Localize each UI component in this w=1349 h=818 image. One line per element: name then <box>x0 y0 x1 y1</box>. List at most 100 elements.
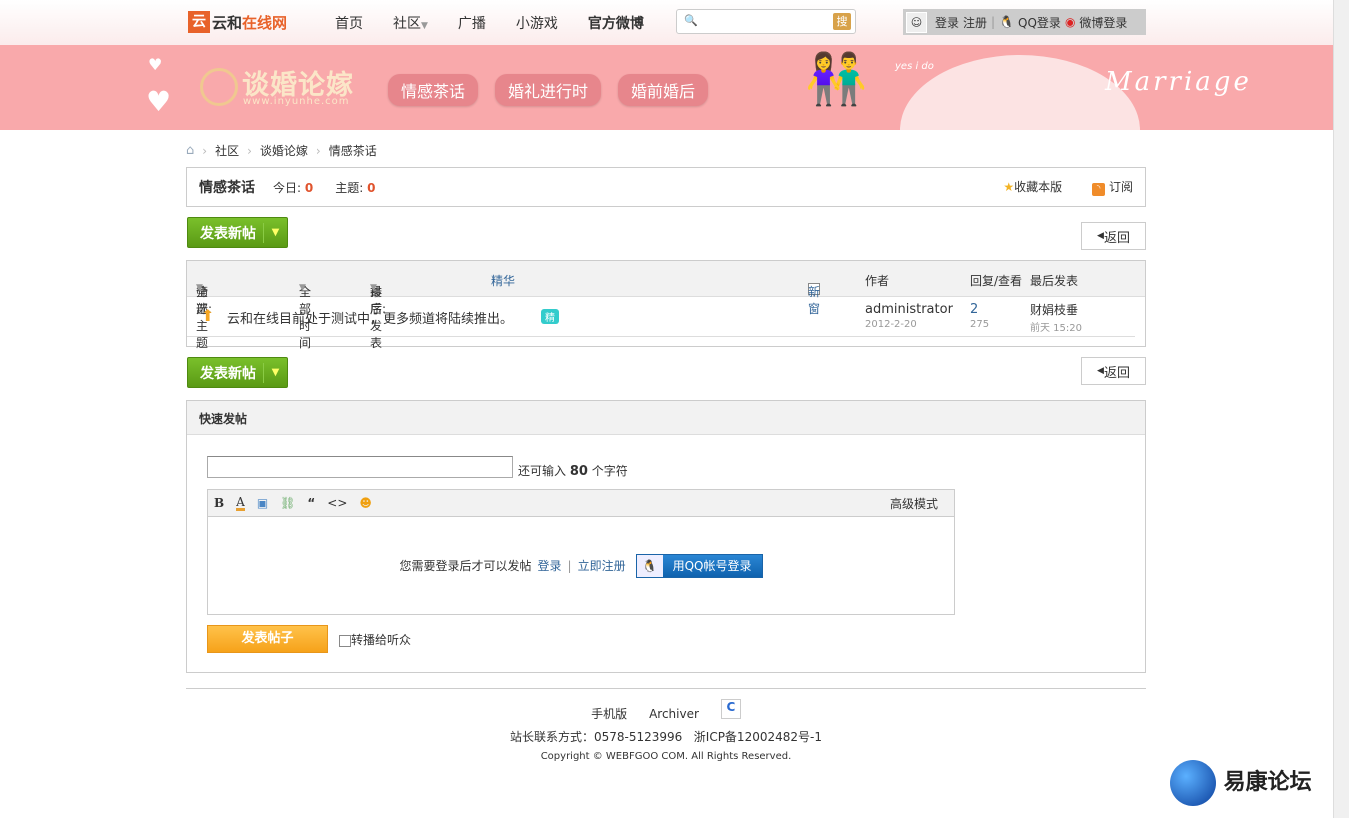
editor-login-link[interactable]: 登录 <box>538 557 562 574</box>
submit-post-button[interactable]: 发表帖子 <box>207 625 328 653</box>
today-count: 今日: 0 <box>273 179 313 196</box>
qq-icon: 🐧 <box>636 554 663 577</box>
last-post-time[interactable]: 前天 15:20 <box>1030 319 1082 334</box>
quick-post-panel: 快速发帖 还可输入 80 个字符 B A ▣ ⛓ “ <> ☻ 高级模式 您需要… <box>186 400 1146 673</box>
back-label: 返回 <box>1103 365 1130 381</box>
forum-header: 情感茶话 今日: 0 主题: 0 ★收藏本版 ◝ 订阅 <box>186 167 1146 207</box>
chevron-down-icon: ▼ <box>299 283 306 293</box>
avatar: ☺ <box>906 11 927 33</box>
archiver-link[interactable]: Archiver <box>649 707 699 721</box>
breadcrumb-section[interactable]: 谈婚论嫁 <box>260 142 308 159</box>
qq-login-link[interactable]: QQ登录 <box>1018 14 1061 31</box>
thread-author[interactable]: administrator <box>865 302 953 317</box>
advanced-mode-link[interactable]: 高级模式 <box>890 495 938 512</box>
new-post-button[interactable]: 发表新帖 ▼ <box>187 217 288 248</box>
digest-filter[interactable]: 精华 <box>491 272 515 289</box>
site-logo[interactable]: 云云和在线网 <box>188 9 287 35</box>
editor-toolbar: B A ▣ ⛓ “ <> ☻ 高级模式 <box>208 490 954 517</box>
new-post-label: 发表新帖 <box>200 225 256 242</box>
weibo-login-link[interactable]: 微博登录 <box>1079 14 1127 31</box>
search-icon: 🔍 <box>684 14 698 27</box>
watermark-text: 易康论坛 <box>1223 770 1312 795</box>
thread-table: 筛选: 全部主题 ▼ 全部时间 ▼ 排序: 最后发表 ▼ 精华 新窗 作者 回复… <box>186 260 1146 350</box>
nav-home[interactable]: 首页 <box>335 13 363 33</box>
login-bar: ☺ 登录 注册 | 🐧 QQ登录 ◉ 微博登录 <box>903 9 1146 35</box>
topics-label: 主题: <box>335 180 364 195</box>
qq-login-button[interactable]: 🐧 用QQ帐号登录 <box>635 553 763 578</box>
quote-icon[interactable]: “ <box>307 496 315 510</box>
bold-icon[interactable]: B <box>214 496 224 510</box>
home-icon[interactable]: ⌂ <box>186 143 194 158</box>
qq-login-label: 用QQ帐号登录 <box>662 554 762 577</box>
weibo-icon: ◉ <box>1064 15 1076 29</box>
editor-register-link[interactable]: 立即注册 <box>578 557 626 574</box>
code-icon[interactable]: <> <box>327 496 347 510</box>
banner-tab-wedding[interactable]: 婚礼进行时 <box>495 74 602 106</box>
last-poster[interactable]: 财娟枝垂 <box>1030 301 1078 318</box>
table-header: 筛选: 全部主题 ▼ 全部时间 ▼ 排序: 最后发表 ▼ 精华 新窗 作者 回复… <box>187 261 1145 350</box>
separator: › <box>202 143 208 158</box>
mobile-link[interactable]: 手机版 <box>591 705 627 722</box>
subject-input[interactable] <box>207 456 513 478</box>
table-row: ⬆ 云和在线目前处于测试中，更多频道将陆续推出。 精 administrator… <box>187 297 1135 337</box>
col-author: 作者 <box>865 274 890 288</box>
nav-games[interactable]: 小游戏 <box>516 13 558 33</box>
contact-info: 站长联系方式：0578-5123996 <box>510 730 683 744</box>
search-input[interactable]: 🔍 搜 <box>676 9 856 34</box>
post-editor[interactable]: B A ▣ ⛓ “ <> ☻ 高级模式 您需要登录后才可以发帖 登录 | 立即注… <box>207 489 955 615</box>
main-nav: 首页 社区▼ 广播 小游戏 官方微博 <box>320 0 659 45</box>
forum-banner: ♥ ♥ 谈婚论嫁 www.inyunhe.com 情感茶话 婚礼进行时 婚前婚后… <box>0 45 1333 130</box>
broadcast-option[interactable]: 转播给听众 <box>339 631 411 648</box>
qq-icon: 🐧 <box>999 15 1015 29</box>
login-required-text: 您需要登录后才可以发帖 <box>399 559 532 573</box>
site-badge-icon[interactable]: C <box>720 698 741 719</box>
link-icon[interactable]: ⛓ <box>280 496 295 510</box>
chevron-down-icon[interactable]: ▼ <box>263 222 287 243</box>
nav-weibo[interactable]: 官方微博 <box>588 13 644 33</box>
logo-text: 云和 <box>212 13 243 32</box>
topics-value: 0 <box>367 180 376 195</box>
chevron-down-icon: ▼ <box>196 283 203 293</box>
heart-icon: ♥ <box>146 85 172 118</box>
nav-community[interactable]: 社区▼ <box>393 13 428 33</box>
new-post-button-bottom[interactable]: 发表新帖 ▼ <box>187 357 288 388</box>
image-icon[interactable]: ▣ <box>257 496 268 510</box>
smiley-icon[interactable]: ☻ <box>359 496 372 510</box>
login-prompt: 您需要登录后才可以发帖 登录 | 立即注册 🐧 用QQ帐号登录 <box>208 517 954 614</box>
col-last: 最后发表 <box>1030 274 1079 288</box>
nav-broadcast[interactable]: 广播 <box>458 13 486 33</box>
chevron-down-icon: ▼ <box>421 20 428 31</box>
caret-left-icon: ◀ <box>1097 231 1104 241</box>
thread-title[interactable]: 云和在线目前处于测试中，更多频道将陆续推出。 <box>227 308 513 327</box>
broadcast-checkbox[interactable] <box>339 634 351 647</box>
today-value: 0 <box>304 180 314 195</box>
heart-icon: ♥ <box>148 55 163 74</box>
login-link[interactable]: 登录 <box>935 14 959 31</box>
banner-tabs: 情感茶话 婚礼进行时 婚前婚后 <box>388 74 725 106</box>
register-link[interactable]: 注册 <box>963 14 987 31</box>
banner-deco-text: Marriage <box>1105 67 1252 97</box>
broadcast-label: 转播给听众 <box>351 633 412 647</box>
back-button-bottom[interactable]: ◀ 返回 <box>1081 357 1146 385</box>
banner-tab-emotion[interactable]: 情感茶话 <box>388 74 479 106</box>
banner-tab-marriage[interactable]: 婚前婚后 <box>618 74 709 106</box>
breadcrumb-forum[interactable]: 情感茶话 <box>329 142 377 159</box>
col-replies: 回复/查看 <box>970 274 1023 288</box>
icp-link[interactable]: 浙ICP备12002482号-1 <box>694 730 822 744</box>
font-color-icon[interactable]: A <box>236 496 245 511</box>
vertical-scrollbar[interactable] <box>1333 0 1349 818</box>
favorite-label: 收藏本版 <box>1014 180 1063 194</box>
favorite-button[interactable]: ★收藏本版 <box>1003 178 1062 196</box>
subscribe-label: 订阅 <box>1108 180 1133 194</box>
back-button[interactable]: ◀ 返回 <box>1081 222 1146 250</box>
remain-pre: 还可输入 <box>518 464 567 478</box>
subscribe-button[interactable]: ◝ 订阅 <box>1092 178 1133 196</box>
breadcrumb-community[interactable]: 社区 <box>215 142 239 159</box>
separator: › <box>247 143 252 158</box>
reply-count[interactable]: 2 <box>970 302 978 317</box>
topic-count: 主题: 0 <box>335 179 375 196</box>
caret-left-icon: ◀ <box>1097 366 1104 376</box>
chevron-down-icon[interactable]: ▼ <box>263 362 287 383</box>
back-label: 返回 <box>1103 230 1130 246</box>
search-button[interactable]: 搜 <box>833 13 851 30</box>
